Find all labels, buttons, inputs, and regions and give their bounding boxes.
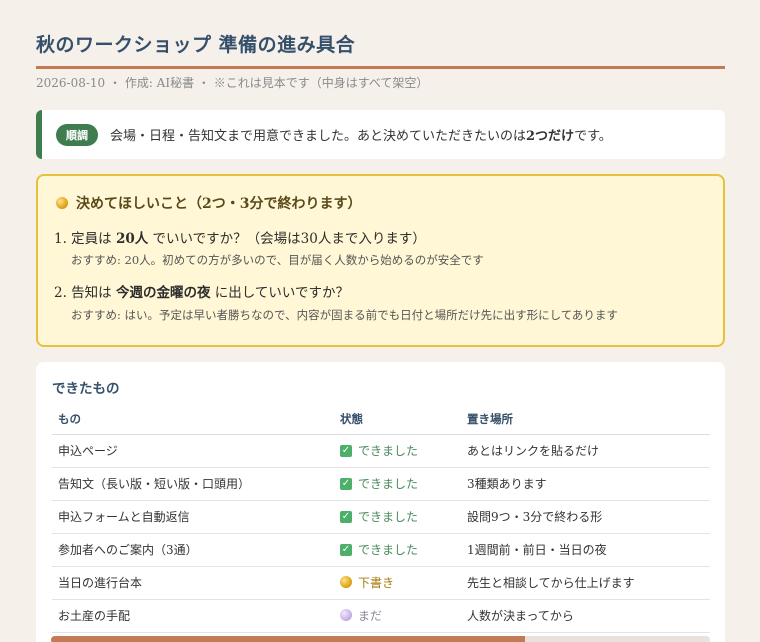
table-row: 申込ページ ✓ できました あとはリンクを貼るだけ [52, 434, 710, 468]
status-badge: 順調 [56, 123, 98, 146]
row-state: ✓ できました [334, 500, 461, 534]
column-header-place: 置き場所 [461, 404, 710, 435]
row-state-text: まだ [358, 608, 383, 623]
table-row: お土産の手配 まだ 人数が決まってから [52, 599, 710, 633]
row-place: 人数が決まってから [461, 599, 710, 633]
done-title: できたもの [52, 381, 120, 397]
row-item: 参加者へのご案内（3通） [52, 533, 334, 567]
table-header-row: もの 状態 置き場所 [52, 404, 710, 435]
check-icon: ✓ [340, 543, 352, 556]
purple-dot-icon [340, 609, 352, 622]
row-state: 下書き [334, 566, 461, 600]
row-state-text: できました [358, 543, 419, 558]
check-icon: ✓ [340, 477, 352, 490]
row-state-text: できました [358, 477, 419, 492]
column-header-state: 状態 [334, 404, 461, 435]
question-2-post: に出していいですか？ [210, 285, 349, 301]
question-1-pre: 1. 定員は [54, 231, 116, 247]
decision-question-1: 1. 定員は 20人 でいいですか？（会場は30人まで入ります） [54, 227, 426, 247]
gold-dot-icon [340, 576, 352, 589]
row-item: 告知文（長い版・短い版・口頭用） [52, 467, 334, 501]
table-row: 参加者へのご案内（3通） ✓ できました 1週間前・前日・当日の夜 [52, 533, 710, 567]
row-state-text: 下書き [358, 575, 395, 590]
status-text-after: です。 [574, 129, 612, 144]
column-header-item: もの [52, 404, 334, 435]
check-icon: ✓ [340, 444, 352, 457]
page-meta: 2026-08-10 ・ 作成: AI秘書 ・ ※これは見本です（中身はすべて架… [36, 76, 429, 90]
status-banner: 順調 会場・日程・告知文まで用意できました。あと決めていただきたいのは2つだけで… [36, 110, 725, 159]
done-table: もの 状態 置き場所 申込ページ ✓ できました あとはリンクを貼るだけ 告知文（… [52, 404, 710, 633]
row-state-text: できました [358, 510, 419, 525]
row-state: まだ [334, 599, 461, 633]
decisions-heading: 決めてほしいこと（2つ・3分で終わります） [56, 193, 361, 213]
row-item: 申込ページ [52, 434, 334, 468]
done-panel: できたもの もの 状態 置き場所 申込ページ ✓ できました あとはリンクを貼るだ… [36, 362, 725, 642]
decisions-heading-text: 決めてほしいこと（2つ・3分で終わります） [76, 196, 362, 212]
table-row: 当日の進行台本 下書き 先生と相談してから仕上げます [52, 566, 710, 600]
row-place: 3種類あります [461, 467, 710, 501]
status-text-bold: 2つだけ [526, 129, 575, 144]
table-row: 申込フォームと自動返信 ✓ できました 設問9つ・3分で終わる形 [52, 500, 710, 534]
progress-fill [51, 636, 526, 642]
question-1-post: でいいですか？（会場は30人まで入ります） [148, 231, 426, 247]
question-2-bold: 今週の金曜の夜 [115, 285, 211, 301]
row-state: ✓ できました [334, 533, 461, 567]
row-place: あとはリンクを貼るだけ [461, 434, 710, 468]
page-title: 秋のワークショップ 準備の進み具合 [36, 34, 356, 56]
row-state: ✓ できました [334, 467, 461, 501]
row-item: 申込フォームと自動返信 [52, 500, 334, 534]
gold-dot-icon [56, 197, 68, 209]
decisions-panel: 決めてほしいこと（2つ・3分で終わります） 1. 定員は 20人 でいいですか？… [36, 174, 725, 347]
row-item: お土産の手配 [52, 599, 334, 633]
status-text: 会場・日程・告知文まで用意できました。あと決めていただきたいのは2つだけです。 [110, 125, 612, 144]
decision-recommendation-1: おすすめ: 20人。初めての方が多いので、目が届く人数から始めるのが安全です [71, 253, 484, 267]
row-place: 先生と相談してから仕上げます [461, 566, 710, 600]
row-place: 1週間前・前日・当日の夜 [461, 533, 710, 567]
row-place: 設問9つ・3分で終わる形 [461, 500, 710, 534]
status-text-before: 会場・日程・告知文まで用意できました。あと決めていただきたいのは [110, 129, 527, 144]
check-icon: ✓ [340, 510, 352, 523]
row-item: 当日の進行台本 [52, 566, 334, 600]
decision-question-2: 2. 告知は 今週の金曜の夜 に出していいですか？ [54, 281, 349, 301]
row-state: ✓ できました [334, 434, 461, 468]
row-state-text: できました [358, 444, 419, 459]
progress-bar [51, 636, 710, 642]
title-divider [36, 66, 725, 69]
decision-recommendation-2: おすすめ: はい。予定は早い者勝ちなので、内容が固まる前でも日付と場所だけ先に出… [71, 308, 618, 322]
question-1-bold: 20人 [115, 231, 149, 247]
question-2-pre: 2. 告知は [54, 285, 116, 301]
table-row: 告知文（長い版・短い版・口頭用） ✓ できました 3種類あります [52, 467, 710, 501]
